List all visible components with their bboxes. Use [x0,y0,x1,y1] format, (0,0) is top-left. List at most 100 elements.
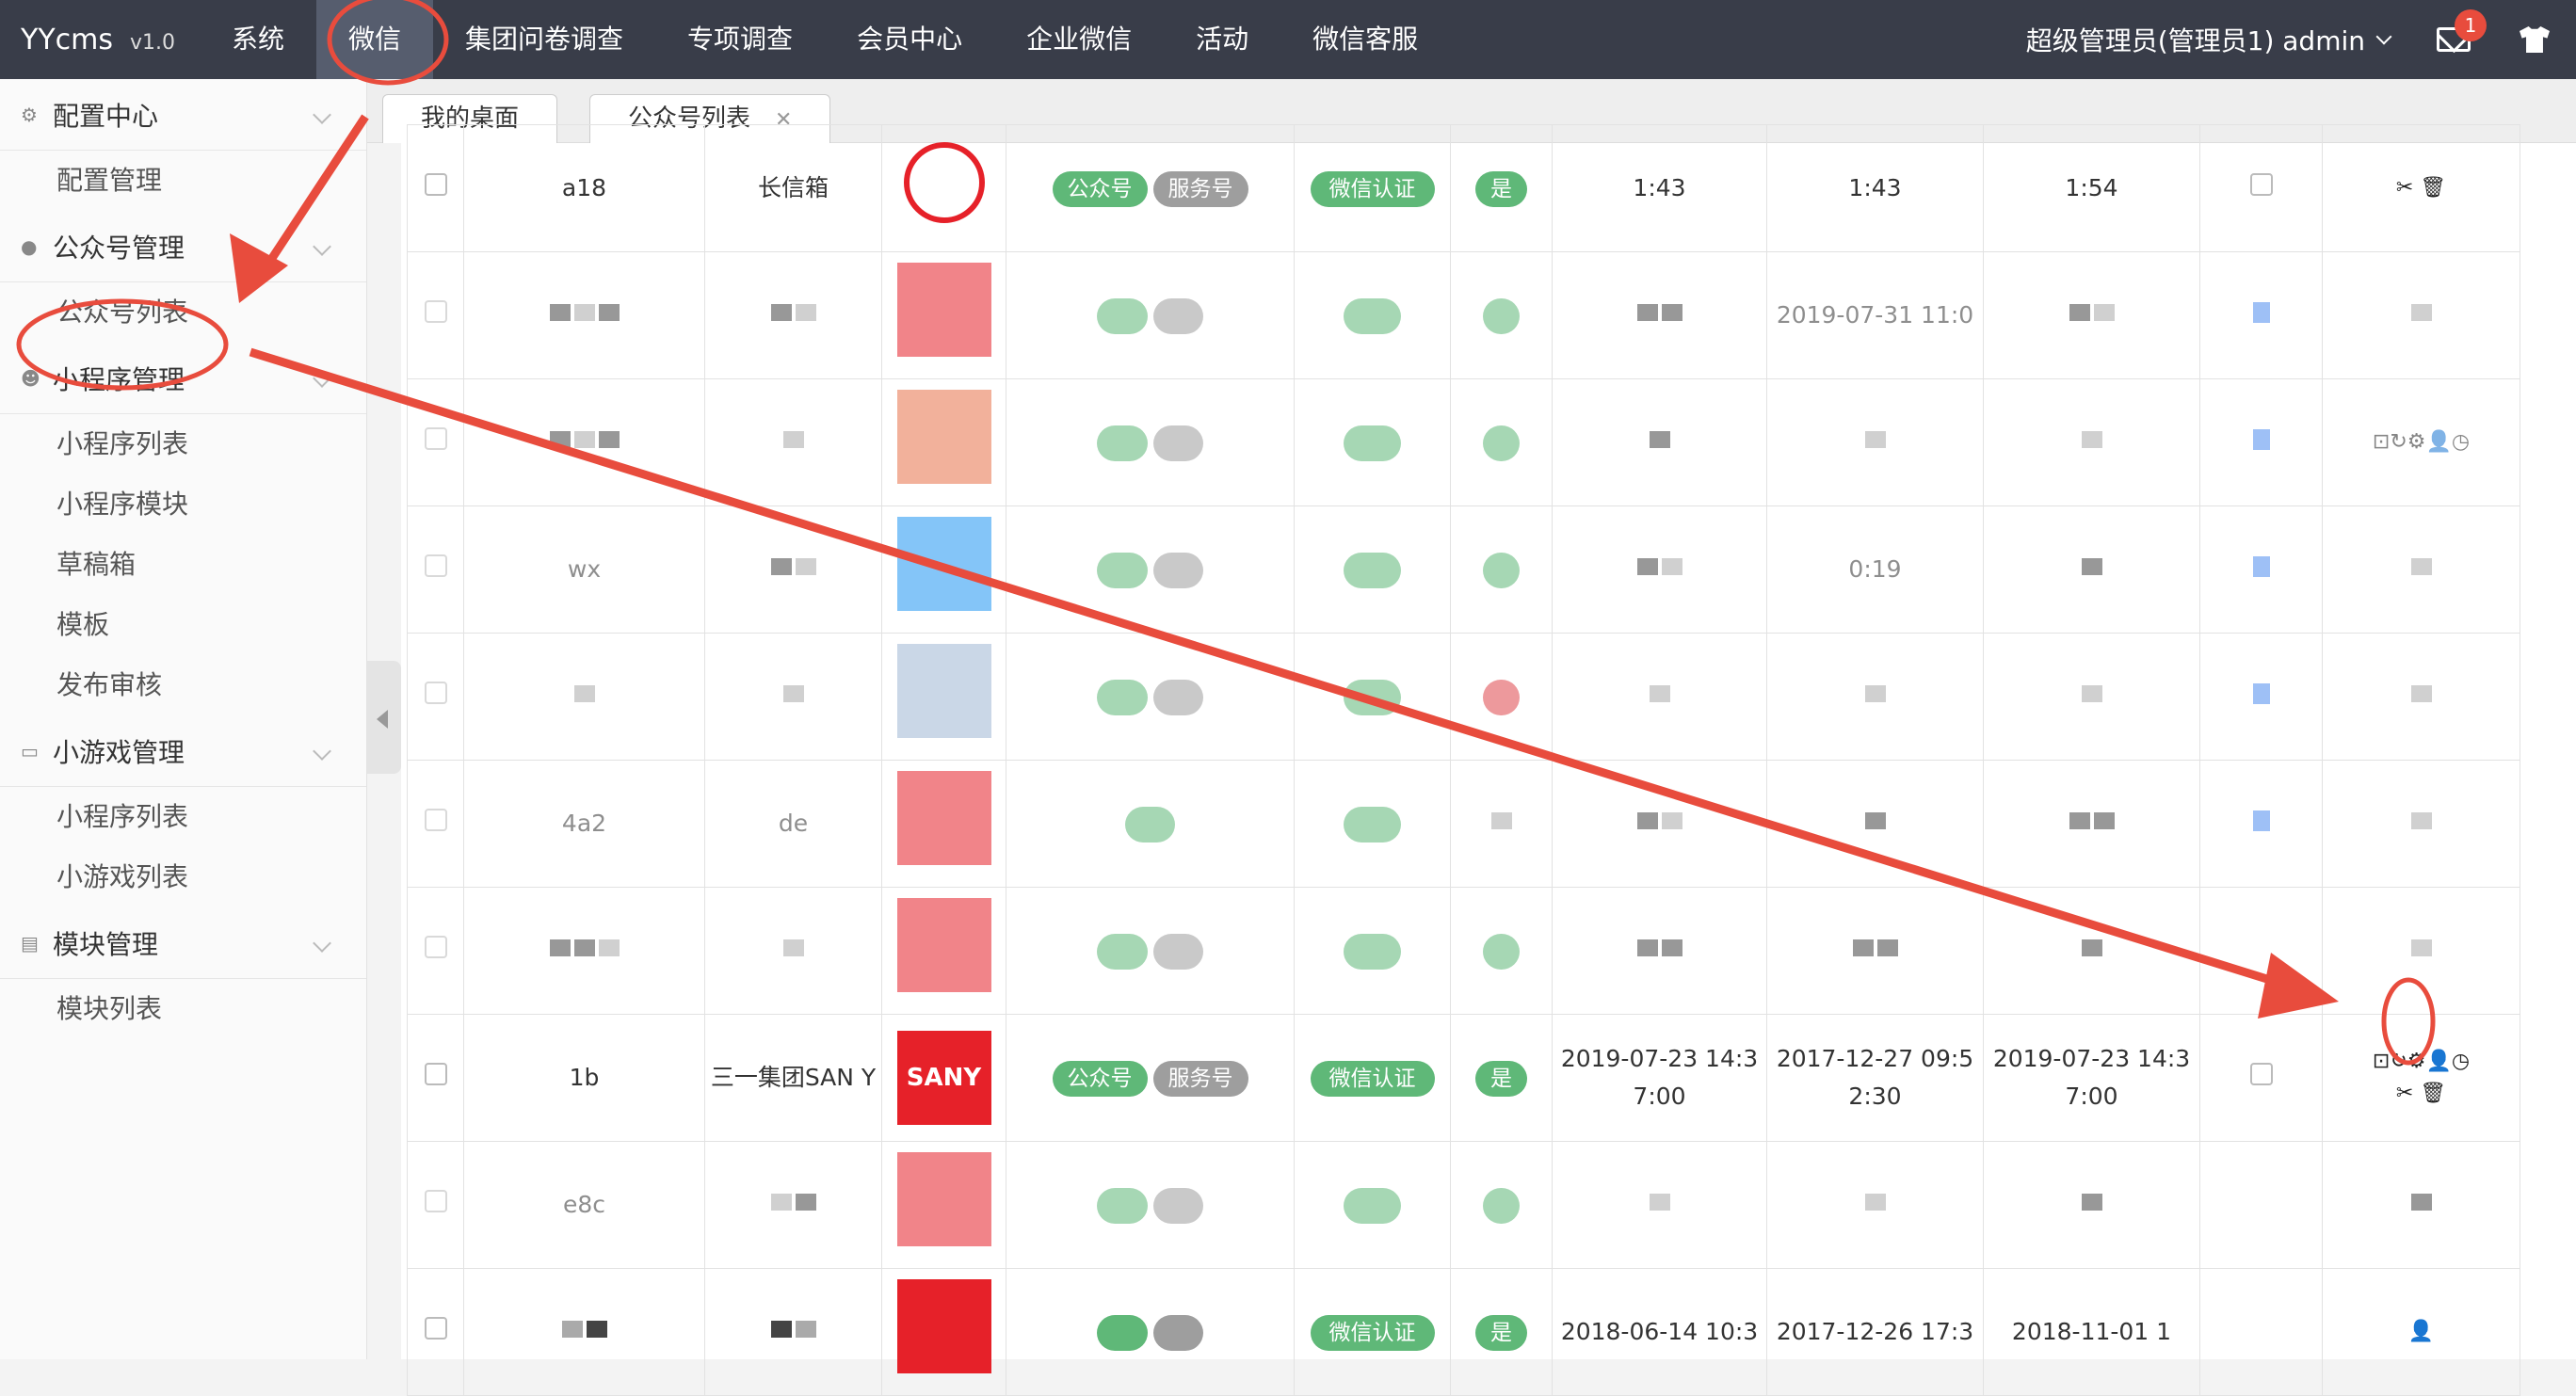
appid-cell: 4a2 [463,760,705,888]
time-cell: 1:43 [1552,124,1767,252]
sidebar-group-label: 模块管理 [53,928,159,960]
sidebar-item-miniprogram-list[interactable]: 小程序列表 [0,414,366,474]
sidebar-group-label: 公众号管理 [53,232,185,264]
sidebar-group-minigame[interactable]: ▭ 小游戏管理 [0,715,366,787]
module-icon: ▤ [21,931,39,955]
account-logo [896,390,991,484]
chevron-down-icon [313,236,331,256]
sidebar-item-module-list[interactable]: 模块列表 [0,979,366,1039]
account-logo [896,1279,991,1373]
nav-work-wechat[interactable]: 企业微信 [994,0,1164,79]
user-icon[interactable]: 👤 [2408,1320,2434,1343]
time-cell: 2018-06-14 10:3 [1552,1268,1767,1396]
sidebar-collapse-button[interactable] [367,661,401,774]
sidebar-item-template[interactable]: 模板 [0,595,366,655]
row-checkbox[interactable] [424,554,447,577]
tools-icon[interactable]: ✂ [2396,1082,2413,1105]
row-checkbox[interactable] [424,682,447,704]
sidebar-item-minigame-list[interactable]: 小游戏列表 [0,847,366,907]
sidebar-item-publish-review[interactable]: 发布审核 [0,655,366,715]
time-cell: 1:54 [1983,124,2200,252]
skin-icon[interactable] [2520,26,2550,53]
preview-icon[interactable]: ⊡ [2373,1050,2390,1073]
sidebar: ⚙ 配置中心 配置管理 ● 公众号管理 公众号列表 ☻ 小程序管理 小程序列表 小程序… [0,79,367,1359]
account-logo [896,1152,991,1246]
row-checkbox[interactable] [424,427,447,450]
table-row: a18 长信箱 公众号 服务号 微信认证 是 1:43 1:43 1:54 ✂ 🗑 [407,124,2520,252]
main-nav: 系统 微信 集团问卷调查 专项调查 会员中心 企业微信 活动 微信客服 [200,0,1450,79]
verify-tag: 微信认证 [1310,1061,1435,1097]
user-icon[interactable]: 👤 [2426,1050,2452,1073]
preview-icon[interactable]: ⊡ [2373,430,2390,454]
sidebar-group-miniprogram[interactable]: ☻ 小程序管理 [0,343,366,414]
row-checkbox[interactable] [424,300,447,323]
row-checkbox[interactable] [424,1190,447,1212]
user-menu[interactable]: 超级管理员(管理员1) admin [2025,21,2392,58]
row-checkbox[interactable] [424,173,447,196]
appid-cell: wx [463,505,705,634]
nav-member-center[interactable]: 会员中心 [825,0,994,79]
nav-wechat-service[interactable]: 微信客服 [1280,0,1450,79]
table-row: e8c [407,1141,2520,1269]
refresh-icon[interactable]: ↻ [2390,1050,2407,1073]
account-logo: SANY [896,1031,991,1125]
toggle-checkbox[interactable] [2249,173,2273,196]
gear-icon[interactable]: ⚙ [2407,1050,2426,1073]
sidebar-group-module[interactable]: ▤ 模块管理 [0,907,366,979]
sidebar-item-minigame-program-list[interactable]: 小程序列表 [0,787,366,847]
time-cell: 2017-12-26 17:3 [1766,1268,1984,1396]
trash-icon[interactable]: 🗑 [2420,176,2446,200]
app-logo[interactable]: YYcms v1.0 [21,24,200,56]
sidebar-item-official-account-list[interactable]: 公众号列表 [0,282,366,343]
sidebar-item-drafts[interactable]: 草稿箱 [0,535,366,595]
clock-icon[interactable]: ◷ [2452,430,2470,454]
toggle-checkbox[interactable] [2249,1063,2273,1085]
row-checkbox[interactable] [424,936,447,958]
row-actions: ✂ 🗑 [2322,124,2520,252]
time-cell: 2017-12-27 09:5 2:30 [1766,1014,1984,1142]
nav-wechat[interactable]: 微信 [316,0,434,79]
table-row [407,633,2520,761]
gear-icon: ⚙ [21,103,38,126]
mail-icon[interactable]: 1 [2437,9,2487,52]
nav-system[interactable]: 系统 [200,0,316,79]
row-checkbox[interactable] [424,1317,447,1340]
name-cell: 长信箱 [704,124,882,252]
account-logo [896,644,991,738]
sidebar-item-config-manage[interactable]: 配置管理 [0,151,366,211]
user-name: 超级管理员(管理员1) admin [2025,25,2365,56]
sidebar-group-official-account[interactable]: ● 公众号管理 [0,211,366,282]
refresh-icon[interactable]: ↻ [2390,430,2407,454]
yes-tag: 是 [1475,1315,1527,1351]
table-row: 4a2 de [407,760,2520,888]
account-logo [896,771,991,865]
monitor-icon: ▭ [21,739,39,762]
account-table: a18 长信箱 公众号 服务号 微信认证 是 1:43 1:43 1:54 ✂ 🗑… [407,124,2520,1396]
row-actions: ⊡↻⚙👤◷ ✂ 🗑 [2322,1014,2520,1142]
sidebar-item-miniprogram-module[interactable]: 小程序模块 [0,474,366,535]
table-row: wx 0:19 [407,505,2520,634]
top-bar: YYcms v1.0 系统 微信 集团问卷调查 专项调查 会员中心 企业微信 活… [0,0,2576,79]
trash-icon[interactable]: 🗑 [2420,1082,2446,1105]
clock-icon[interactable]: ◷ [2452,1050,2470,1073]
tools-icon[interactable]: ✂ [2396,176,2413,200]
sidebar-group-config[interactable]: ⚙ 配置中心 [0,79,366,151]
status-marker [2252,302,2270,323]
type-tag: 公众号 [1052,171,1148,207]
row-checkbox[interactable] [424,809,447,831]
main-content: a18 长信箱 公众号 服务号 微信认证 是 1:43 1:43 1:54 ✂ 🗑… [401,124,2576,1396]
time-cell: 2019-07-31 11:0 [1766,251,1984,379]
appid-cell: a18 [463,124,705,252]
gear-icon[interactable]: ⚙ [2407,430,2426,454]
user-icon[interactable]: 👤 [2426,430,2452,454]
nav-special-survey[interactable]: 专项调查 [655,0,825,79]
account-logo [896,263,991,357]
chevron-down-icon [313,368,331,388]
table-row: 1b 三一集团SAN Y SANY 公众号 服务号 微信认证 是 2019-07-… [407,1014,2520,1142]
service-tag: 服务号 [1152,1061,1248,1097]
verify-tag: 微信认证 [1310,171,1435,207]
type-tag: 公众号 [1052,1061,1148,1097]
nav-group-survey[interactable]: 集团问卷调查 [433,0,655,79]
row-checkbox[interactable] [424,1063,447,1085]
nav-activity[interactable]: 活动 [1164,0,1280,79]
